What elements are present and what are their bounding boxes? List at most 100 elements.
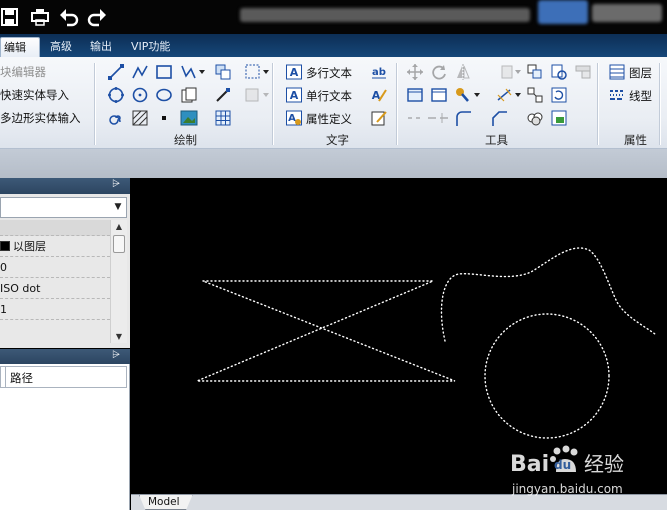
arc-tool-icon[interactable] — [131, 86, 149, 104]
save-icon[interactable] — [0, 6, 22, 28]
table-tool-icon[interactable] — [214, 109, 232, 127]
properties-panel-header: ⩥ — [0, 178, 130, 194]
group-icon[interactable] — [526, 63, 544, 81]
separator — [597, 63, 598, 145]
path-panel-header: ⩥ — [0, 349, 130, 364]
break-tool-icon[interactable] — [406, 109, 450, 127]
ellipse-tool-icon[interactable] — [155, 86, 173, 104]
mtext-button[interactable]: 多行文本 — [306, 65, 352, 81]
layer-icon[interactable] — [608, 63, 626, 81]
watermark-url: jingyan.baidu.com — [511, 482, 623, 496]
watermark-brand-2: du — [554, 458, 571, 472]
point-tool-icon[interactable] — [155, 109, 173, 127]
undo-icon[interactable] — [58, 6, 80, 28]
attdef-button[interactable]: 属性定义 — [306, 111, 352, 127]
svg-text:A: A — [290, 89, 299, 102]
move-icon[interactable] — [406, 63, 424, 81]
pin-icon[interactable]: ⩥ — [112, 179, 120, 190]
spell-check-icon[interactable]: A — [370, 86, 388, 104]
property-value: 1 — [0, 303, 7, 316]
path-panel: ⩥ 路径 — [0, 349, 130, 510]
redo-icon[interactable] — [86, 6, 108, 28]
pin-icon[interactable]: ⩥ — [112, 350, 120, 361]
line-tool-icon[interactable] — [107, 63, 125, 81]
polygon-entity-input-button[interactable]: 多边形实体输入 — [0, 110, 81, 126]
scroll-down-icon[interactable]: ▼ — [111, 332, 127, 341]
bowtie-shape[interactable] — [196, 280, 456, 382]
separator — [94, 63, 95, 145]
blurred-title-accent — [538, 0, 588, 24]
circle-shape[interactable] — [484, 313, 610, 439]
block-attributes-icon[interactable] — [550, 63, 568, 81]
region-dropdown-icon[interactable] — [244, 86, 270, 104]
tab-advanced[interactable]: 高级 — [47, 37, 75, 57]
attdef-icon[interactable]: A — [285, 109, 303, 127]
scroll-up-icon[interactable]: ▲ — [111, 222, 127, 231]
cloud-icon[interactable] — [526, 109, 544, 127]
group-label-text: 文字 — [326, 133, 349, 147]
blurred-window-controls — [592, 4, 662, 22]
property-row-linetype[interactable]: ISO dot — [0, 278, 110, 299]
explode-icon[interactable] — [526, 86, 544, 104]
image-tool-icon[interactable] — [180, 109, 198, 127]
tab-vip[interactable]: VIP功能 — [128, 37, 173, 57]
mtext-icon[interactable]: A — [285, 63, 303, 81]
brush-icon[interactable] — [214, 86, 232, 104]
property-row-color[interactable]: 以图层 — [0, 236, 110, 257]
separator — [659, 63, 660, 145]
linetype-button[interactable]: 线型 — [629, 88, 652, 104]
extend-icon[interactable] — [430, 86, 448, 104]
wblock-icon[interactable] — [574, 63, 592, 81]
path-column-header[interactable]: 路径 — [0, 366, 127, 388]
refresh-block-icon[interactable] — [550, 86, 568, 104]
hatch-dropdown-icon[interactable] — [244, 63, 270, 81]
group-label-props: 属性 — [624, 133, 647, 147]
insert-block-icon[interactable] — [214, 63, 232, 81]
chamfer-icon[interactable] — [490, 109, 508, 127]
hatch-tool-icon[interactable] — [131, 109, 149, 127]
color-swatch-icon — [0, 241, 10, 251]
rectangle-tool-icon[interactable] — [155, 63, 173, 81]
group-label-draw: 绘制 — [174, 133, 197, 147]
array-dropdown-icon[interactable] — [500, 63, 522, 81]
svg-text:A: A — [288, 113, 296, 124]
spline-curve[interactable] — [440, 247, 656, 342]
dimension-dropdown-icon[interactable] — [496, 86, 522, 104]
separator — [396, 63, 397, 145]
layer-button[interactable]: 图层 — [629, 65, 652, 81]
property-scrollbar[interactable]: ▲ ▼ — [110, 220, 127, 343]
property-row-scale[interactable]: 1 — [0, 299, 110, 320]
edit-text-icon[interactable] — [370, 109, 388, 127]
tab-output[interactable]: 输出 — [87, 37, 115, 57]
print-icon[interactable] — [29, 6, 51, 28]
spiral-tool-icon[interactable] — [107, 109, 125, 127]
entity-type-select[interactable]: ▼ — [0, 197, 127, 218]
fillet-icon[interactable] — [454, 109, 472, 127]
text-button[interactable]: 单行文本 — [306, 88, 352, 104]
tab-editor[interactable]: 编辑器 — [0, 37, 40, 73]
quick-entity-import-button[interactable]: 快速实体导入 — [0, 87, 69, 103]
linetype-icon[interactable] — [608, 86, 626, 104]
rotate-icon[interactable] — [430, 63, 448, 81]
chevron-down-icon[interactable]: ▼ — [110, 198, 126, 217]
column-separator — [5, 367, 6, 387]
blurred-title — [240, 8, 530, 22]
polyline-tool-icon[interactable] — [131, 63, 149, 81]
property-row-layer[interactable]: 0 — [0, 257, 110, 278]
text-style-icon[interactable]: ab — [370, 63, 388, 81]
block-editor-button[interactable]: 块编辑器 — [0, 64, 46, 80]
trim-icon[interactable] — [406, 86, 424, 104]
title-bar — [0, 0, 667, 34]
tab-model[interactable]: Model — [139, 495, 193, 510]
scroll-thumb[interactable] — [113, 235, 125, 253]
property-list: 以图层 0 ISO dot 1 — [0, 220, 110, 320]
text-icon[interactable]: A — [285, 86, 303, 104]
circle-tool-icon[interactable] — [107, 86, 125, 104]
match-props-dropdown-icon[interactable] — [454, 86, 482, 104]
property-value: 0 — [0, 261, 7, 274]
block-save-icon[interactable] — [550, 109, 568, 127]
mirror-icon[interactable] — [454, 63, 472, 81]
spline-tool-icon[interactable] — [180, 63, 206, 81]
copy-block-icon[interactable] — [180, 86, 198, 104]
separator — [272, 63, 273, 145]
